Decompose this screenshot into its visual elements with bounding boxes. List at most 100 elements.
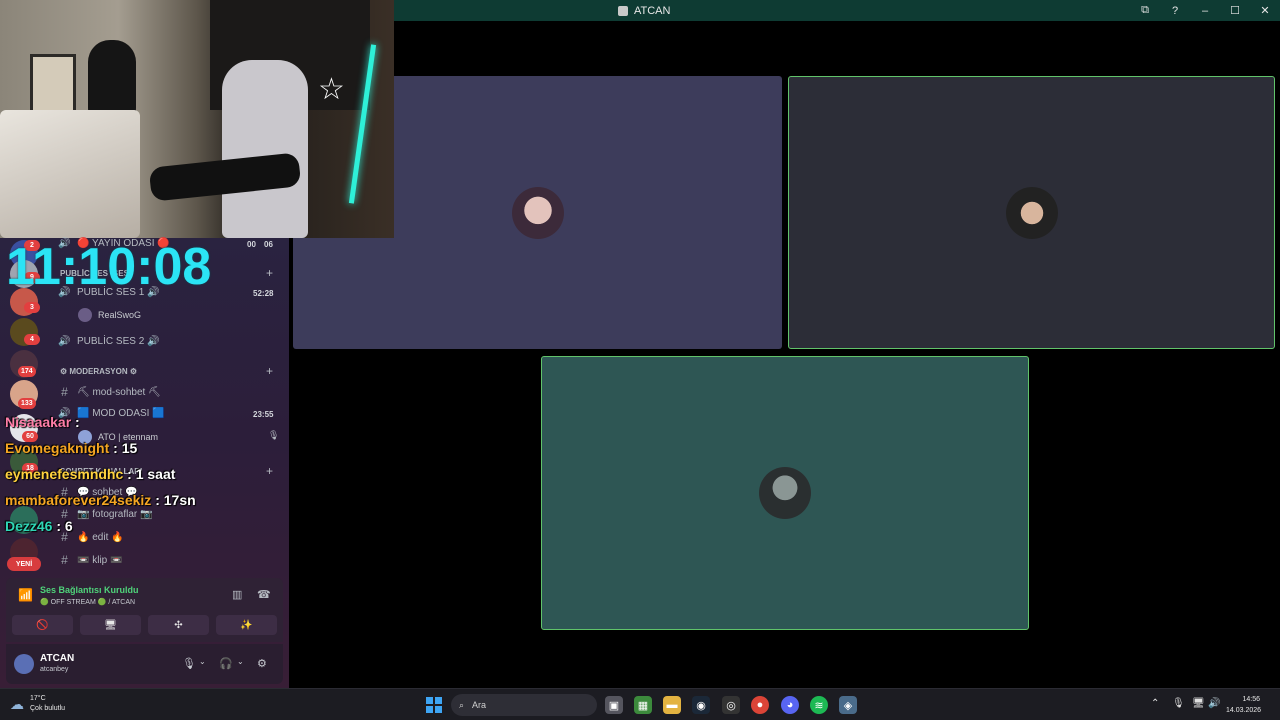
microphone-icon[interactable]: 🎙 <box>1172 698 1185 709</box>
clock-overlay: 11:10:08 <box>6 238 212 296</box>
participant-avatar-1 <box>511 186 564 239</box>
category-moderasyon[interactable]: ⚙ MODERASYON ⚙ <box>60 367 137 376</box>
chat-line: mambaforever24sekiz : 17sn <box>5 492 196 508</box>
channel-timer: 06 <box>264 240 273 249</box>
webcam-bed <box>0 110 140 238</box>
channel-timer: 52:28 <box>253 289 274 298</box>
chevron-down-icon[interactable]: ⌄ <box>237 657 244 666</box>
chevron-down-icon[interactable]: ⌄ <box>199 657 206 666</box>
discord-icon[interactable]: ◕ <box>781 696 799 714</box>
participant-avatar-3 <box>759 467 811 519</box>
speaker-icon: 🔊 <box>58 336 71 347</box>
activities-button[interactable]: ✣ <box>148 615 209 635</box>
chevron-up-icon[interactable]: ⌃ <box>1151 698 1159 709</box>
popout-icon[interactable]: ⧉ <box>1130 0 1160 21</box>
chat-message: : <box>71 414 80 430</box>
chat-username: eymenefesmndhc <box>5 466 124 482</box>
channel-label: 🔥 edit 🔥 <box>77 531 124 543</box>
webcam-painting <box>30 54 76 116</box>
steam-icon[interactable]: ◉ <box>692 696 710 714</box>
chrome-icon[interactable]: ● <box>751 696 769 714</box>
weather-text: 17°C Çok bulutlu <box>30 694 65 714</box>
network-icon[interactable]: 🖥 <box>1192 698 1205 709</box>
channel-label: ⛏ mod-sohbet ⛏ <box>77 386 161 398</box>
chat-line: Dezz46 : 6 <box>5 518 73 534</box>
headphones-icon[interactable]: 🎧 <box>219 657 233 670</box>
search-icon: ⌕ <box>459 699 465 710</box>
mute-icon: 🎙 <box>268 430 280 440</box>
soundboard-button[interactable]: ✨ <box>216 615 277 635</box>
weather-temp: 17°C <box>30 695 46 702</box>
screen-share-button[interactable]: 🖥 <box>80 615 141 635</box>
user-panel: ATCAN atcanbey 🎙 ⌄ 🎧 ⌄ ⚙ <box>6 644 283 684</box>
taskbar-time: 14:56 <box>1242 696 1260 703</box>
participant-avatar-2 <box>1005 186 1058 239</box>
add-channel-icon[interactable]: + <box>266 364 273 378</box>
avatar <box>78 308 92 322</box>
file-explorer-icon[interactable]: ▬ <box>663 696 681 714</box>
voice-connection-panel: 📶 Ses Bağlantısı Kuruldu 🟢 OFF STREAM 🟢 … <box>6 578 283 642</box>
avatar[interactable] <box>14 654 34 674</box>
taskbar-clock[interactable]: 14:56 14.03.2026 <box>1226 694 1261 716</box>
taskbar: ☁ 17°C Çok bulutlu ⌕ Ara ▣ ▦ ▬ ◉ ◎ ● ◕ ≋… <box>0 688 1280 720</box>
server-badge: 174 <box>18 366 36 377</box>
voice-member[interactable]: RealSwoG <box>78 308 141 322</box>
microphone-icon[interactable]: 🎙 <box>182 657 196 670</box>
chat-line: eymenefesmndhc : 1 saat <box>5 466 175 482</box>
camera-off-button[interactable]: 🚫 <box>12 615 73 635</box>
new-badge[interactable]: YENİ <box>7 557 41 571</box>
app-icon[interactable]: ◈ <box>839 696 857 714</box>
screen: ATCAN ⧉ ? – ☐ ✕ ☆ 2 9 3 4 174 133 60 18 … <box>0 0 1280 720</box>
channel-klip[interactable]: # 📼 klip 📼 <box>58 553 122 567</box>
user-handle: atcanbey <box>40 666 69 673</box>
minecraft-icon[interactable]: ▦ <box>634 696 652 714</box>
window-title-text: ATCAN <box>634 4 671 17</box>
chat-username: mambaforever24sekiz <box>5 492 152 508</box>
user-name[interactable]: ATCAN <box>40 653 74 664</box>
channel-mod-sohbet[interactable]: # ⛏ mod-sohbet ⛏ <box>58 385 161 399</box>
minimize-button[interactable]: – <box>1190 0 1220 21</box>
add-channel-icon[interactable]: + <box>266 464 273 478</box>
close-button[interactable]: ✕ <box>1250 0 1280 21</box>
chat-username: Evomegaknight <box>5 440 110 456</box>
chat-line: Evomegaknight : 15 <box>5 440 137 456</box>
chat-message: : 1 saat <box>123 466 176 482</box>
channel-timer: 23:55 <box>253 410 274 419</box>
chat-message: : 6 <box>52 518 73 534</box>
channel-public-ses-2[interactable]: 🔊 PUBLİC SES 2 🔊 <box>58 336 159 347</box>
disconnect-icon[interactable]: ☎ <box>257 588 271 601</box>
title-bar: ATCAN ⧉ ? – ☐ ✕ <box>394 0 1280 21</box>
video-tile-3[interactable] <box>541 356 1029 630</box>
noise-suppression-icon[interactable]: ▥ <box>232 588 242 601</box>
maximize-button[interactable]: ☐ <box>1220 0 1250 21</box>
server-badge: 133 <box>18 398 36 409</box>
spotify-icon[interactable]: ≋ <box>810 696 828 714</box>
voice-status-title[interactable]: Ses Bağlantısı Kuruldu <box>40 585 139 595</box>
volume-icon[interactable]: 🔊 <box>1208 698 1220 709</box>
webcam-overlay: ☆ <box>0 0 394 238</box>
voice-status-channel[interactable]: 🟢 OFF STREAM 🟢 / ATCAN <box>40 598 135 606</box>
add-channel-icon[interactable]: + <box>266 266 273 280</box>
weather-condition: Çok bulutlu <box>30 705 66 712</box>
windows-start-icon[interactable] <box>426 697 442 713</box>
chat-line: Nisaaakar : <box>5 414 80 430</box>
cloud-icon: ☁ <box>10 695 24 712</box>
member-name: RealSwoG <box>98 310 142 320</box>
chat-username: Nisaaakar <box>5 414 72 430</box>
obs-icon[interactable]: ◎ <box>722 696 740 714</box>
channel-label: PUBLİC SES 2 🔊 <box>77 336 160 347</box>
hash-icon: # <box>61 385 68 399</box>
app-icon <box>618 5 628 16</box>
chat-username: Dezz46 <box>5 518 53 534</box>
weather-widget[interactable]: ☁ 17°C Çok bulutlu <box>10 694 65 714</box>
channel-label: 📼 klip 📼 <box>77 554 123 566</box>
server-badge: 3 <box>24 302 40 313</box>
taskbar-search[interactable]: ⌕ Ara <box>451 694 597 716</box>
search-placeholder: Ara <box>472 700 487 710</box>
gear-icon[interactable]: ⚙ <box>257 657 267 670</box>
signal-icon[interactable]: 📶 <box>18 588 33 602</box>
help-icon[interactable]: ? <box>1160 0 1190 21</box>
task-view-icon[interactable]: ▣ <box>605 696 623 714</box>
video-tile-2[interactable] <box>788 76 1275 349</box>
channel-label: 📷 fotograflar 📷 <box>77 508 153 520</box>
